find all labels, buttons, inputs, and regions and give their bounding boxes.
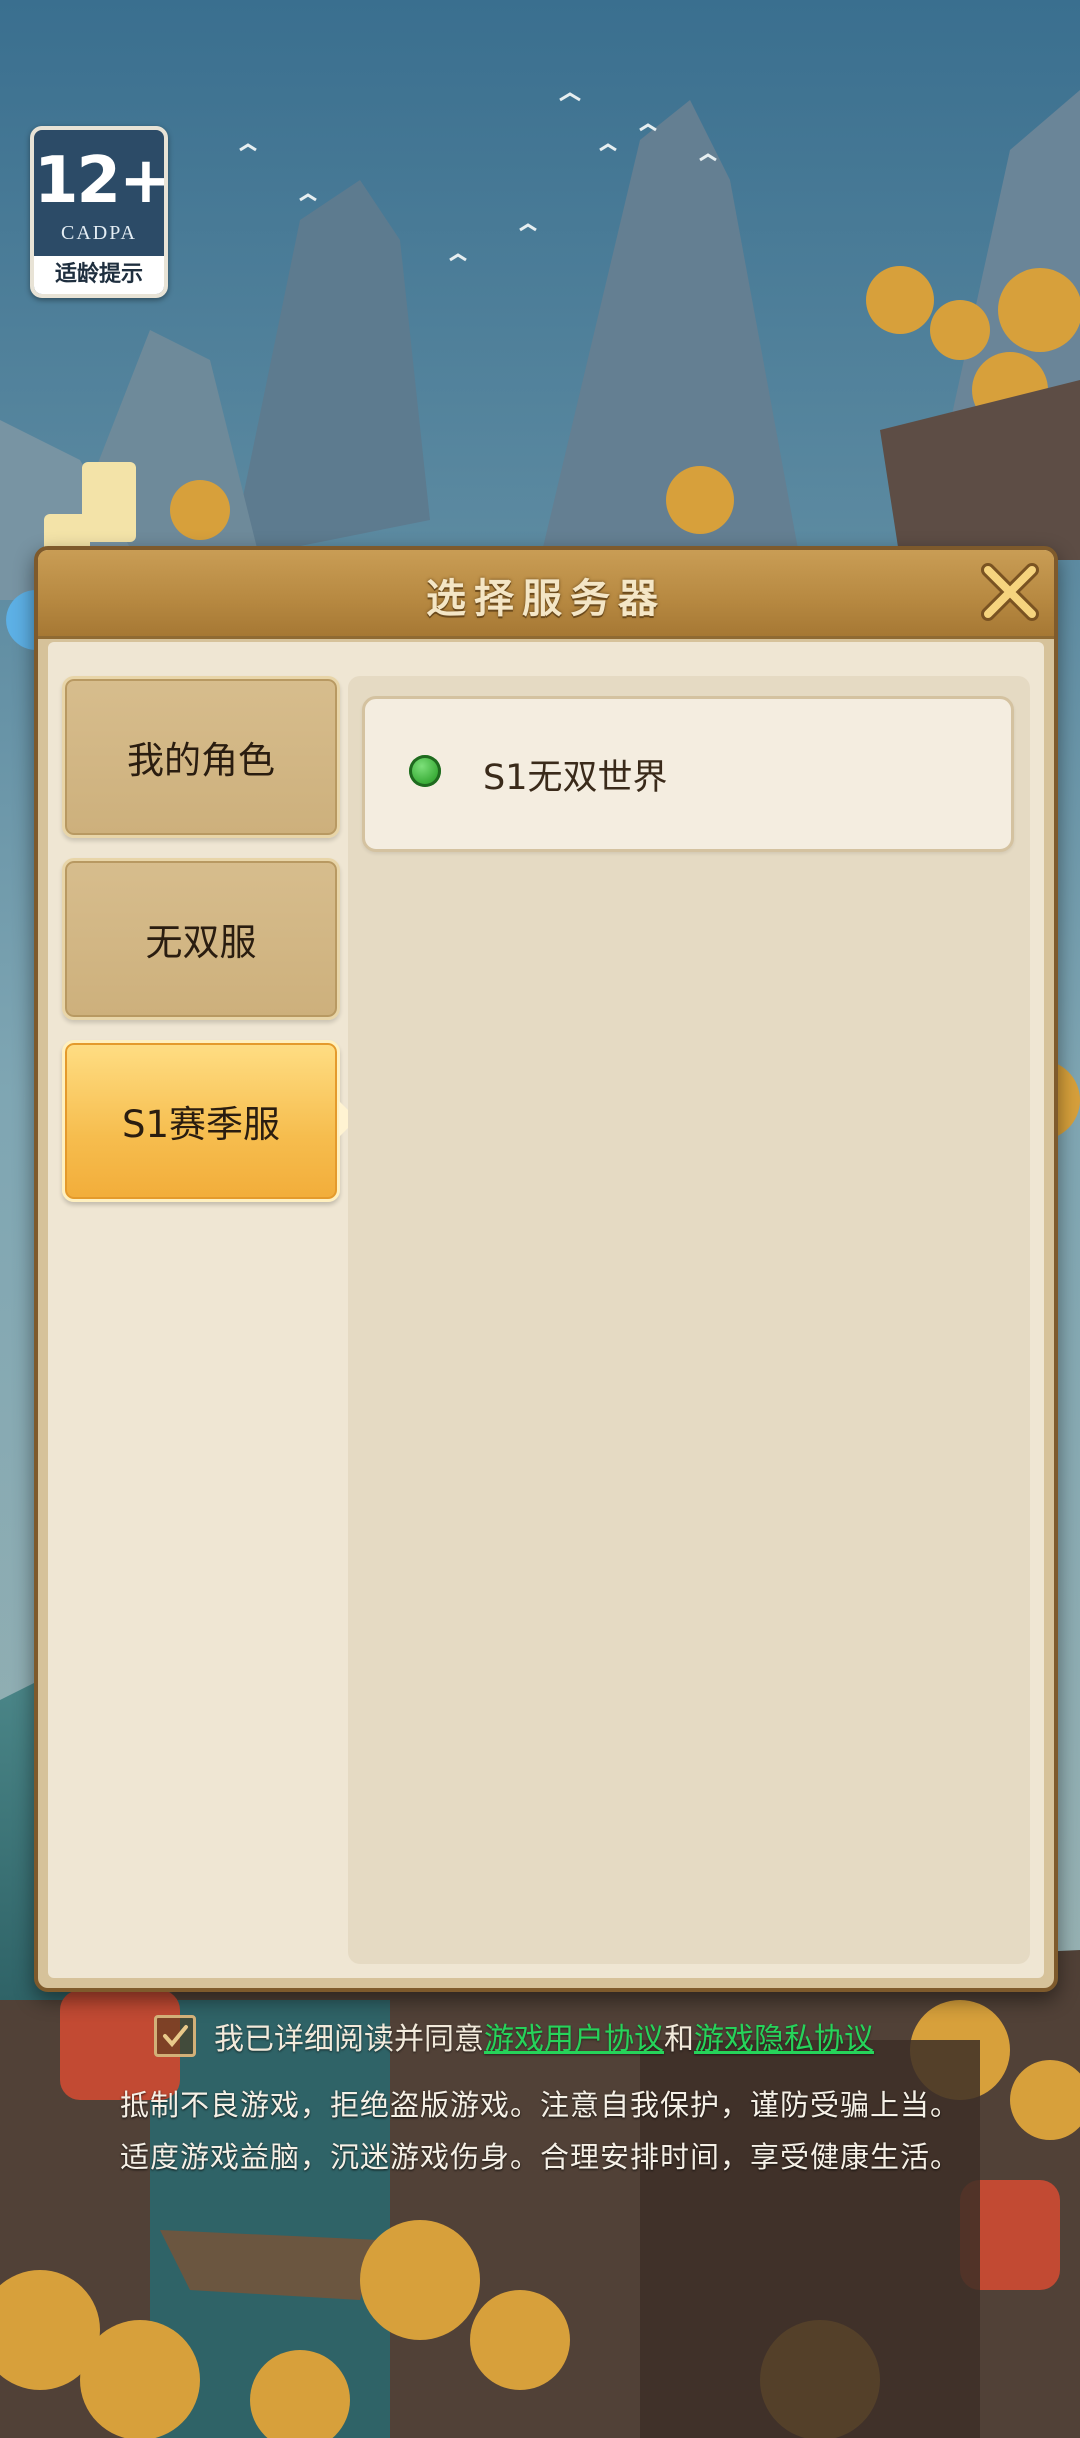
health-notice-line-1: 抵制不良游戏，拒绝盗版游戏。注意自我保护，谨防受骗上当。 <box>120 2088 961 2122</box>
age-rating-badge[interactable]: 12+ CADPA 适龄提示 <box>30 126 168 298</box>
agreement-and: 和 <box>664 2022 694 2057</box>
agreement-row: 我已详细阅读并同意 游戏用户协议 和 游戏隐私协议 <box>154 2014 874 2058</box>
tab-s1-season-servers[interactable]: S1赛季服 <box>62 1040 357 1202</box>
privacy-agreement-link[interactable]: 游戏隐私协议 <box>694 2014 874 2058</box>
server-name: S1无双世界 <box>483 758 668 798</box>
health-notice-line-2: 适度游戏益脑，沉迷游戏伤身。合理安排时间，享受健康生活。 <box>120 2140 961 2174</box>
tab-label: S1赛季服 <box>121 1103 281 1146</box>
age-rating-tip: 适龄提示 <box>34 256 164 294</box>
dialog-header: 选择服务器 <box>38 550 1054 639</box>
dialog-title: 选择服务器 <box>426 575 666 622</box>
age-rating-number: 12+ <box>34 144 168 218</box>
server-status-icon <box>409 755 441 787</box>
age-rating-org: CADPA <box>61 222 137 244</box>
server-select-dialog: 选择服务器 我的角色 无双服 S1赛季服 S1无双世界 <box>34 546 1058 1992</box>
dialog-body: 我的角色 无双服 S1赛季服 S1无双世界 <box>48 642 1044 1978</box>
tab-wushuang-servers[interactable]: 无双服 <box>62 858 340 1020</box>
server-category-menu: 我的角色 无双服 S1赛季服 <box>62 676 357 1222</box>
checkmark-icon <box>163 2025 188 2048</box>
tab-label: 我的角色 <box>127 739 275 782</box>
tab-my-characters[interactable]: 我的角色 <box>62 676 340 838</box>
server-list-item[interactable]: S1无双世界 <box>362 696 1014 852</box>
agreement-checkbox[interactable] <box>154 2015 196 2057</box>
close-icon <box>981 563 1039 621</box>
server-list-panel: S1无双世界 <box>348 676 1030 1964</box>
user-agreement-link[interactable]: 游戏用户协议 <box>484 2014 664 2058</box>
agreement-prefix: 我已详细阅读并同意 <box>214 2022 484 2057</box>
close-button[interactable] <box>974 554 1048 628</box>
tab-label: 无双服 <box>145 921 257 964</box>
